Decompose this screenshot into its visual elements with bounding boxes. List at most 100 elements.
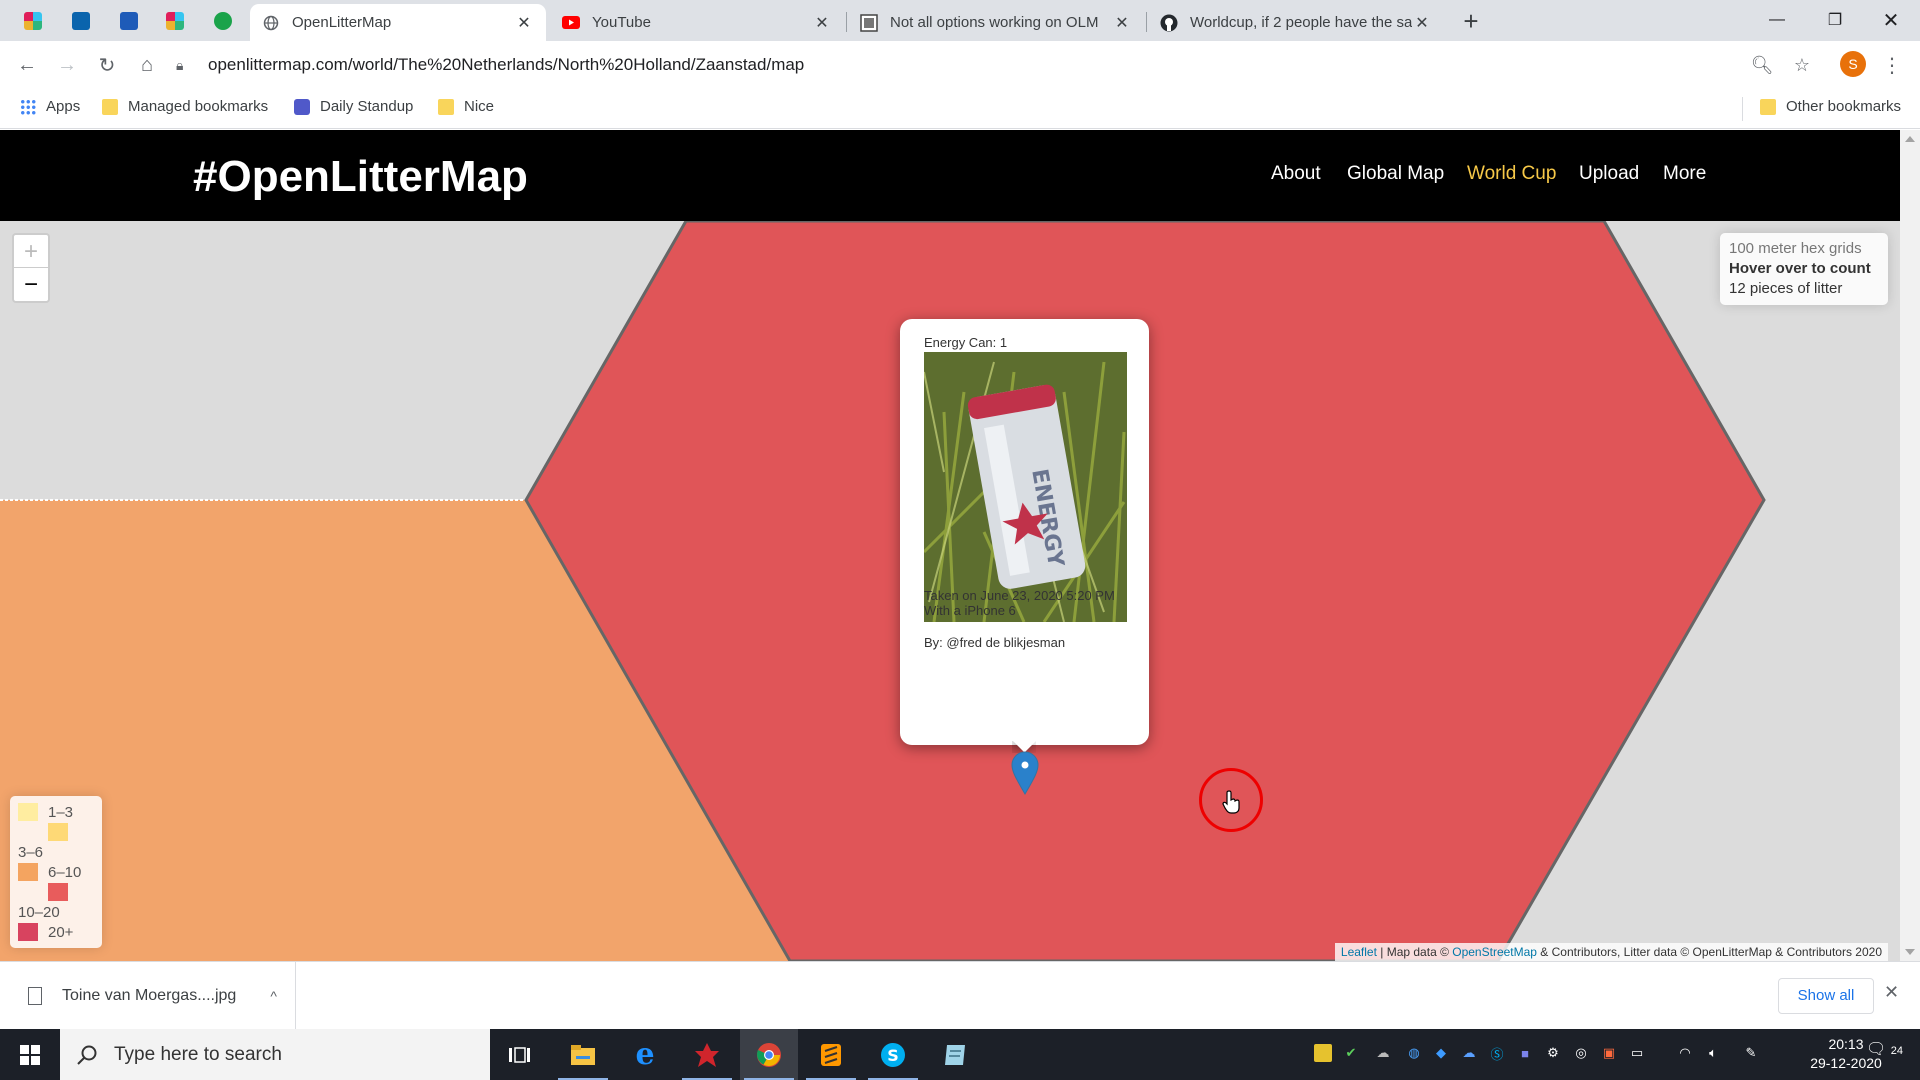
tray-gear-icon[interactable]: ⚙ — [1544, 1044, 1562, 1062]
app-notes-icon[interactable] — [926, 1029, 984, 1080]
app-red-icon[interactable] — [678, 1029, 736, 1080]
photo-device: With a iPhone 6 — [924, 603, 1016, 618]
tray-shield-icon[interactable] — [1314, 1044, 1332, 1062]
edge-legacy-icon[interactable]: e — [616, 1029, 674, 1080]
sublime-text-icon[interactable] — [802, 1029, 860, 1080]
tab-openlittermap[interactable]: OpenLitterMap ✕ — [250, 4, 546, 41]
forward-button[interactable]: → — [52, 50, 82, 80]
tray-sync-icon[interactable]: ◍ — [1405, 1044, 1423, 1062]
tab-olm-issue[interactable]: Not all options working on OLM ✕ — [848, 4, 1144, 41]
wifi-icon[interactable]: ◠ — [1676, 1044, 1694, 1062]
legend-label: 3–6 — [18, 843, 44, 861]
chevron-up-icon[interactable]: ^ — [270, 988, 277, 1004]
close-tab-icon[interactable]: ✕ — [514, 13, 534, 33]
tray-skype-icon[interactable]: Ⓢ — [1488, 1044, 1506, 1062]
show-all-button[interactable]: Show all — [1778, 978, 1874, 1014]
dropbox-icon[interactable]: ◆ — [1432, 1044, 1450, 1062]
zoom-in-button[interactable]: + — [14, 235, 48, 268]
tray-teams-icon[interactable]: ■ — [1516, 1044, 1534, 1062]
slack-icon[interactable] — [20, 8, 46, 34]
map-marker-icon[interactable] — [1010, 751, 1040, 795]
profile-avatar[interactable]: S — [1840, 51, 1866, 77]
osm-link[interactable]: OpenStreetMap — [1452, 945, 1537, 959]
slack-icon[interactable] — [162, 8, 188, 34]
nav-more[interactable]: More — [1663, 163, 1706, 185]
chrome-icon[interactable] — [740, 1029, 798, 1080]
close-tab-icon[interactable]: ✕ — [1112, 13, 1132, 33]
url-text: openlittermap.com/world/The%20Netherland… — [208, 55, 805, 74]
tray-app-icon[interactable]: ▣ — [1600, 1044, 1618, 1062]
action-center-button[interactable]: 🗨︎ 24 — [1866, 1039, 1903, 1059]
bookmark-apps[interactable]: Apps — [20, 98, 80, 115]
nav-global-map[interactable]: Global Map — [1347, 163, 1444, 185]
lock-icon[interactable]: 🔒︎ — [176, 57, 196, 74]
battery-icon[interactable]: ▭ — [1628, 1044, 1646, 1062]
legend-swatch — [18, 923, 38, 941]
scroll-up-icon[interactable] — [1905, 136, 1915, 142]
bookmark-star-icon[interactable]: ☆ — [1790, 53, 1814, 77]
tray-onedrive-icon[interactable]: ☁ — [1460, 1044, 1478, 1062]
tray-globe-icon[interactable]: ◎ — [1572, 1044, 1590, 1062]
volume-icon[interactable]: 🔈︎ — [1704, 1044, 1722, 1062]
close-window-button[interactable]: ✕ — [1862, 0, 1920, 40]
litter-popup: Energy Can: 1 ENERGY Taken on June 23, 2… — [900, 319, 1149, 745]
nav-world-cup[interactable]: World Cup — [1467, 163, 1556, 185]
bookmark-divider — [1742, 97, 1743, 121]
download-filename: Toine van Moergas....jpg — [62, 987, 237, 1004]
hand-cursor-icon — [1222, 790, 1240, 814]
bookmark-managed[interactable]: Managed bookmarks — [102, 98, 268, 115]
page-icon — [860, 13, 878, 32]
site-logo[interactable]: #OpenLitterMap — [193, 152, 528, 202]
map-legend: 1–3 3–6 6–10 10–20 20+ — [10, 796, 102, 948]
apps-grid-icon — [20, 98, 36, 115]
litter-photo[interactable]: ENERGY — [924, 352, 1127, 622]
bookmark-other[interactable]: Other bookmarks — [1760, 98, 1901, 115]
leaflet-link[interactable]: Leaflet — [1341, 945, 1377, 959]
close-tab-icon[interactable]: ✕ — [812, 13, 832, 33]
search-placeholder: Type here to search — [114, 1043, 282, 1065]
tab-github-worldcup[interactable]: Worldcup, if 2 people have the sa ✕ — [1148, 4, 1444, 41]
windows-start-button[interactable] — [0, 1029, 60, 1080]
outlook-icon[interactable] — [68, 8, 94, 34]
minimize-button[interactable]: — — [1748, 0, 1806, 40]
map-attribution: Leaflet | Map data © OpenStreetMap & Con… — [1334, 943, 1888, 961]
close-tab-icon[interactable]: ✕ — [1412, 13, 1432, 33]
nav-upload[interactable]: Upload — [1579, 163, 1639, 185]
zoom-out-button[interactable]: − — [14, 268, 48, 301]
hex-info-box: 100 meter hex grids Hover over to count … — [1720, 233, 1888, 305]
restore-button[interactable]: ❐ — [1806, 0, 1864, 40]
taskbar-search-box[interactable]: Type here to search — [60, 1029, 490, 1080]
back-button[interactable]: ← — [12, 50, 42, 80]
page-scrollbar[interactable] — [1900, 130, 1920, 961]
close-download-bar-icon[interactable]: ✕ — [1884, 982, 1899, 1003]
tab-separator — [846, 12, 847, 32]
task-view-icon[interactable] — [490, 1029, 548, 1080]
tab-youtube[interactable]: YouTube ✕ — [550, 4, 844, 41]
reload-button[interactable]: ↻ — [92, 50, 122, 80]
zoom-icon[interactable]: 🔍︎ — [1750, 53, 1774, 77]
bookmark-daily-standup[interactable]: Daily Standup — [294, 98, 413, 115]
menu-kebab-icon[interactable]: ⋮ — [1880, 53, 1904, 77]
scroll-down-icon[interactable] — [1905, 949, 1915, 955]
download-item[interactable]: Toine van Moergas....jpg ^ — [0, 962, 296, 1030]
bookmark-nice[interactable]: Nice — [438, 98, 494, 115]
tab-title: Worldcup, if 2 people have the sa — [1190, 14, 1412, 31]
litter-map[interactable]: + − 100 meter hex grids Hover over to co… — [0, 221, 1900, 961]
address-bar[interactable]: 🔒︎ openlittermap.com/world/The%20Netherl… — [176, 46, 1766, 84]
nav-about[interactable]: About — [1271, 163, 1321, 185]
teams-icon — [294, 98, 310, 115]
photo-author: By: @fred de blikjesman — [924, 635, 1066, 650]
browser-tab-strip: OpenLitterMap ✕ YouTube ✕ Not all option… — [0, 0, 1920, 41]
new-tab-button[interactable]: + — [1458, 8, 1484, 34]
pen-icon[interactable]: ✎ — [1742, 1044, 1760, 1062]
windows-logo-icon — [20, 1044, 40, 1065]
tray-check-icon[interactable]: ✔ — [1342, 1044, 1360, 1062]
attribution-text: | Map data © — [1376, 945, 1453, 959]
word-icon[interactable] — [116, 8, 142, 34]
tray-cloud-icon[interactable]: ☁ — [1374, 1044, 1392, 1062]
home-button[interactable]: ⌂ — [132, 50, 162, 80]
skype-icon[interactable]: S — [864, 1029, 922, 1080]
file-explorer-icon[interactable] — [554, 1029, 612, 1080]
app-1-icon[interactable] — [210, 8, 236, 34]
folder-icon — [1760, 98, 1776, 115]
